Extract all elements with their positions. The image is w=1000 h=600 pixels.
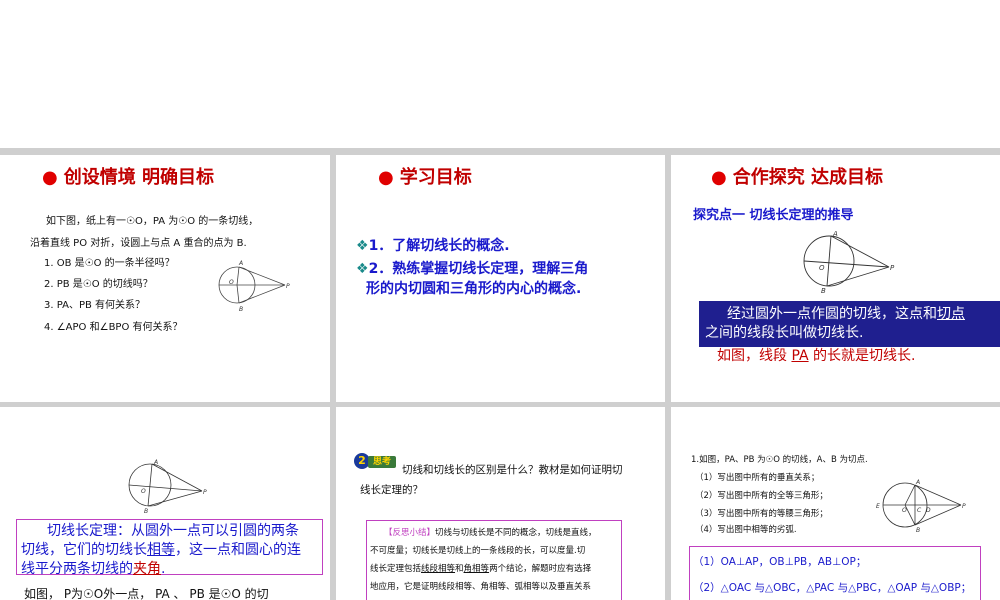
slide-thumbnail-1[interactable]: ● 创设情境 明确目标 如下图，纸上有一☉O，PA 为☉O 的一条切线， 沿着直线… — [0, 155, 330, 402]
diamond-bullet-icon: ❖ — [356, 261, 369, 277]
answer-2: （2）△OAC 与△OBC，△PAC 与△PBC，△OAP 与△OBP； — [693, 582, 972, 594]
exercise-intro: 1.如图，PA、PB 为☉O 的切线，A、B 为切点. — [691, 455, 868, 465]
summary-box: 【反思小结】切线与切线长是不同的概念，切线是直线， 不可度量；切线长是切线上的一… — [366, 520, 622, 600]
exercise-figure: A B C D E O P — [876, 479, 966, 532]
slide-title-text: 合作探究 达成目标 — [732, 167, 883, 188]
label-a: A — [238, 260, 243, 267]
question-text: 切线和切线长的区别是什么？教材是如何证明切 线长定理的？ — [360, 464, 623, 496]
summary-tag: 【反思小结】 — [384, 528, 436, 538]
definition-line-2: 之间的线段长叫做切线长. — [705, 325, 864, 341]
exercise-q2: （2）写出图中所有的全等三角形； — [695, 491, 828, 501]
theorem-box: 切线长定理：从圆外一点可以引圆的两条 切线，它们的切线长相等，这一点和圆心的连 … — [16, 519, 323, 577]
label-o: O — [141, 488, 146, 495]
bottom-text: 如图， P为☉O外一点， PA 、 PB 是☉O 的切 — [24, 587, 269, 600]
question-4: 4. ∠APO 和∠BPO 有何关系？ — [44, 322, 183, 333]
slide-thumbnail-6[interactable]: 1.如图，PA、PB 为☉O 的切线，A、B 为切点. （1）写出图中所有的垂直… — [671, 407, 1000, 600]
definition-line-1: 经过圆外一点作圆的切线，这点和 — [727, 306, 937, 322]
exercise-q4: （4）写出图中相等的劣弧. — [695, 525, 797, 535]
question-1: 1. OB 是☉O 的一条半径吗？ — [44, 258, 175, 269]
theorem-line-1: 切线长定理：从圆外一点可以引圆的两条 — [47, 523, 299, 539]
exercise-q3: （3）写出图中所有的等腰三角形； — [695, 509, 828, 519]
label-d: D — [926, 507, 931, 514]
question-2: 2. PB 是☉O 的切线吗？ — [44, 279, 153, 290]
caption: 如图，线段 PA 的长就是切线长. — [717, 348, 916, 364]
slide-thumbnail-3[interactable]: ● 合作探究 达成目标 探究点一 切线长定理的推导 A B O P 经过圆外一点作… — [671, 155, 1000, 402]
label-p: P — [890, 264, 895, 272]
tangent-figure: A B O P — [218, 260, 290, 313]
bullet-dot-icon: ● — [42, 167, 58, 188]
slide-title-text: 学习目标 — [399, 167, 472, 188]
label-a: A — [915, 479, 920, 486]
slide-thumbnail-2[interactable]: ● 学习目标 ❖1．了解切线长的概念. ❖2．熟练掌握切线长定理，理解三角 形的内… — [336, 155, 665, 402]
label-o: O — [819, 264, 825, 272]
definition-keyword: 切点 — [937, 306, 965, 322]
slide-thumbnail-5[interactable]: 2 思考 切线和切线长的区别是什么？教材是如何证明切 线长定理的？ 【反思小结】… — [336, 407, 665, 600]
subtitle: 探究点一 切线长定理的推导 — [693, 208, 854, 223]
label-b: B — [916, 527, 920, 532]
goal-1: ❖1．了解切线长的概念. — [356, 238, 510, 254]
answer-box: （1）OA⊥AP，OB⊥PB，AB⊥OP； （2）△OAC 与△OBC，△PAC… — [689, 546, 981, 600]
theorem-keyword-angle: 夹角 — [133, 561, 161, 577]
answer-1: （1）OA⊥AP，OB⊥PB，AB⊥OP； — [693, 556, 867, 568]
label-b: B — [821, 287, 826, 295]
slide-title: ● 学习目标 — [378, 163, 472, 189]
label-o: O — [229, 279, 234, 286]
label-e: E — [876, 503, 880, 510]
slide-title: ● 创设情境 明确目标 — [42, 163, 214, 189]
intro-line-1: 如下图，纸上有一☉O，PA 为☉O 的一条切线， — [46, 216, 259, 227]
question-3: 3. PA、PB 有何关系？ — [44, 300, 146, 311]
tangent-figure: A B O P — [803, 230, 895, 295]
intro-line-2: 沿着直线 PO 对折，设圆上与点 A 重合的点为 B. — [30, 238, 247, 249]
goal-2: ❖2．熟练掌握切线长定理，理解三角 形的内切圆和三角形的内心的概念. — [356, 261, 589, 297]
bullet-dot-icon: ● — [711, 167, 727, 188]
label-p: P — [286, 283, 290, 290]
tangent-figure: A B O P — [128, 459, 207, 515]
label-o: O — [902, 507, 907, 514]
exercise-q1: （1）写出图中所有的垂直关系； — [695, 473, 820, 483]
label-p: P — [203, 489, 207, 496]
theorem-keyword-equal: 相等 — [147, 542, 175, 558]
segment-pa: PA — [791, 348, 809, 364]
goal-2-line-2: 形的内切圆和三角形的内心的概念. — [366, 281, 582, 297]
slide-title: ● 合作探究 达成目标 — [711, 163, 883, 189]
definition-box: 经过圆外一点作圆的切线，这点和切点 之间的线段长叫做切线长. — [699, 301, 1000, 347]
label-c: C — [917, 507, 922, 514]
label-p: P — [962, 503, 966, 510]
label-a: A — [153, 459, 158, 466]
diamond-bullet-icon: ❖ — [356, 238, 369, 254]
slide-thumbnail-4[interactable]: A B O P 切线长定理：从圆外一点可以引圆的两条 切线，它们的切线长相等，这… — [0, 407, 330, 600]
label-b: B — [239, 306, 243, 313]
bullet-dot-icon: ● — [378, 167, 394, 188]
label-a: A — [832, 230, 838, 238]
slide-title-text: 创设情境 明确目标 — [63, 167, 214, 188]
label-b: B — [144, 508, 148, 515]
